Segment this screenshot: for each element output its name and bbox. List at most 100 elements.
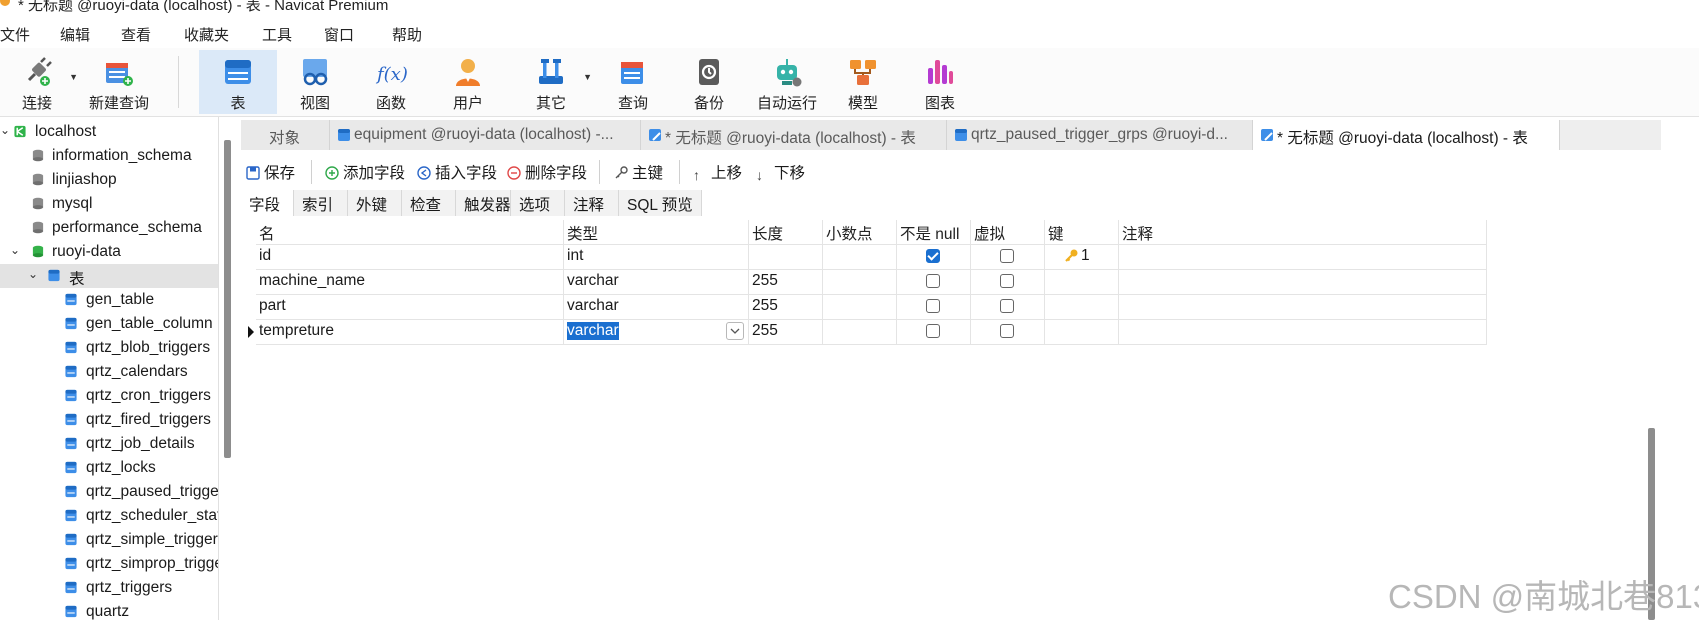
- field-cell-type[interactable]: varchar: [564, 270, 749, 295]
- insert-field-button[interactable]: 插入字段: [417, 161, 497, 183]
- user-button[interactable]: 用户: [437, 50, 499, 114]
- sidebar-scrollbar[interactable]: [224, 140, 231, 458]
- expand-icon[interactable]: ⌄: [28, 267, 38, 281]
- column-header-name[interactable]: 名: [256, 220, 564, 245]
- column-header-not-null[interactable]: 不是 null: [897, 220, 971, 245]
- tree-tables-node[interactable]: ⌄ 表: [0, 264, 218, 288]
- virtual-checkbox[interactable]: [1000, 299, 1014, 313]
- tree-table-item[interactable]: qrtz_simprop_triggers: [0, 552, 218, 576]
- move-down-button[interactable]: ↓ 下移: [756, 161, 805, 183]
- tree-table-item[interactable]: quartz: [0, 600, 218, 620]
- not-null-checkbox[interactable]: [926, 274, 940, 288]
- column-header-decimals[interactable]: 小数点: [823, 220, 897, 245]
- field-cell-length[interactable]: 255: [749, 320, 823, 345]
- connect-dropdown-icon[interactable]: ▼: [69, 72, 78, 82]
- other-dropdown-icon[interactable]: ▼: [583, 72, 592, 82]
- tree-database[interactable]: information_schema: [0, 144, 218, 168]
- tree-table-item[interactable]: qrtz_scheduler_state: [0, 504, 218, 528]
- expand-icon[interactable]: ⌄: [10, 243, 20, 257]
- tree-table-item[interactable]: qrtz_fired_triggers: [0, 408, 218, 432]
- field-cell-type[interactable]: int: [564, 245, 749, 270]
- field-cell-length[interactable]: 255: [749, 295, 823, 320]
- chart-button[interactable]: 图表: [909, 50, 971, 114]
- tab-qrtz-paused[interactable]: qrtz_paused_trigger_grps @ruoyi-d...: [947, 120, 1253, 150]
- field-cell-name[interactable]: id: [256, 245, 564, 270]
- subtab-fields[interactable]: 字段: [241, 190, 294, 216]
- other-button[interactable]: 其它 ▼: [520, 50, 592, 114]
- subtab-sql-preview[interactable]: SQL 预览: [619, 190, 702, 216]
- menu-edit[interactable]: 编辑: [60, 24, 90, 45]
- field-cell-key[interactable]: [1045, 320, 1119, 345]
- field-cell-length[interactable]: 255: [749, 270, 823, 295]
- column-header-type[interactable]: 类型: [564, 220, 749, 245]
- connect-button[interactable]: 连接 ▼: [6, 50, 78, 114]
- tree-table-item[interactable]: qrtz_calendars: [0, 360, 218, 384]
- field-cell-comment[interactable]: [1119, 295, 1487, 320]
- automation-button[interactable]: 自动运行: [752, 50, 822, 114]
- field-cell-type[interactable]: varchar: [564, 320, 749, 345]
- field-cell-not-null[interactable]: [897, 320, 971, 345]
- subtab-triggers[interactable]: 触发器: [456, 190, 511, 216]
- model-button[interactable]: 模型: [832, 50, 894, 114]
- virtual-checkbox[interactable]: [1000, 324, 1014, 338]
- column-header-key[interactable]: 键: [1045, 220, 1119, 245]
- not-null-checkbox[interactable]: [926, 324, 940, 338]
- subtab-checks[interactable]: 检查: [402, 190, 456, 216]
- menu-window[interactable]: 窗口: [324, 24, 354, 45]
- tree-table-item[interactable]: gen_table_column: [0, 312, 218, 336]
- subtab-comment[interactable]: 注释: [565, 190, 619, 216]
- tab-untitled-1[interactable]: * 无标题 @ruoyi-data (localhost) - 表: [641, 120, 947, 150]
- field-cell-name[interactable]: part: [256, 295, 564, 320]
- type-dropdown-button[interactable]: [726, 322, 744, 340]
- menu-help[interactable]: 帮助: [392, 24, 422, 45]
- tree-table-item[interactable]: gen_table: [0, 288, 218, 312]
- menu-view[interactable]: 查看: [121, 24, 151, 45]
- not-null-checkbox[interactable]: [926, 299, 940, 313]
- menu-favorites[interactable]: 收藏夹: [184, 24, 229, 45]
- view-button[interactable]: 视图: [284, 50, 346, 114]
- field-cell-key[interactable]: [1045, 295, 1119, 320]
- field-cell-not-null[interactable]: [897, 270, 971, 295]
- virtual-checkbox[interactable]: [1000, 249, 1014, 263]
- tree-table-item[interactable]: qrtz_blob_triggers: [0, 336, 218, 360]
- field-cell-key[interactable]: 1: [1045, 245, 1119, 270]
- tree-table-item[interactable]: qrtz_locks: [0, 456, 218, 480]
- tree-table-item[interactable]: qrtz_triggers: [0, 576, 218, 600]
- tree-connection-localhost[interactable]: ⌄ localhost: [0, 120, 218, 144]
- expand-icon[interactable]: ⌄: [0, 123, 10, 137]
- new-query-button[interactable]: 新建查询: [86, 50, 152, 114]
- column-header-virtual[interactable]: 虚拟: [971, 220, 1045, 245]
- save-button[interactable]: 保存: [246, 161, 295, 183]
- column-header-length[interactable]: 长度: [749, 220, 823, 245]
- subtab-indexes[interactable]: 索引: [294, 190, 348, 216]
- field-cell-decimals[interactable]: [823, 270, 897, 295]
- field-cell-decimals[interactable]: [823, 295, 897, 320]
- tree-table-item[interactable]: qrtz_simple_triggers: [0, 528, 218, 552]
- subtab-foreign-keys[interactable]: 外键: [348, 190, 402, 216]
- not-null-checkbox[interactable]: [926, 249, 940, 263]
- table-button[interactable]: 表: [199, 50, 277, 114]
- tree-table-item[interactable]: qrtz_job_details: [0, 432, 218, 456]
- field-cell-name[interactable]: tempreture: [248, 320, 564, 345]
- field-cell-key[interactable]: [1045, 270, 1119, 295]
- tree-database[interactable]: mysql: [0, 192, 218, 216]
- field-cell-not-null[interactable]: [897, 245, 971, 270]
- tree-database[interactable]: performance_schema: [0, 216, 218, 240]
- subtab-options[interactable]: 选项: [511, 190, 565, 216]
- tree-database-ruoyi-data[interactable]: ⌄ ruoyi-data: [0, 240, 218, 264]
- field-cell-virtual[interactable]: [971, 270, 1045, 295]
- field-cell-comment[interactable]: [1119, 270, 1487, 295]
- column-header-comment[interactable]: 注释: [1119, 220, 1487, 245]
- field-cell-not-null[interactable]: [897, 295, 971, 320]
- tab-untitled-active[interactable]: * 无标题 @ruoyi-data (localhost) - 表: [1253, 120, 1560, 150]
- virtual-checkbox[interactable]: [1000, 274, 1014, 288]
- field-cell-comment[interactable]: [1119, 320, 1487, 345]
- field-cell-length[interactable]: [749, 245, 823, 270]
- tree-table-item[interactable]: qrtz_paused_trigger_grps: [0, 480, 218, 504]
- add-field-button[interactable]: 添加字段: [325, 161, 405, 183]
- menu-tools[interactable]: 工具: [262, 24, 292, 45]
- menu-file[interactable]: 文件: [0, 24, 30, 45]
- primary-key-button[interactable]: 主键: [614, 161, 663, 183]
- tree-table-item[interactable]: qrtz_cron_triggers: [0, 384, 218, 408]
- tree-database[interactable]: linjiashop: [0, 168, 218, 192]
